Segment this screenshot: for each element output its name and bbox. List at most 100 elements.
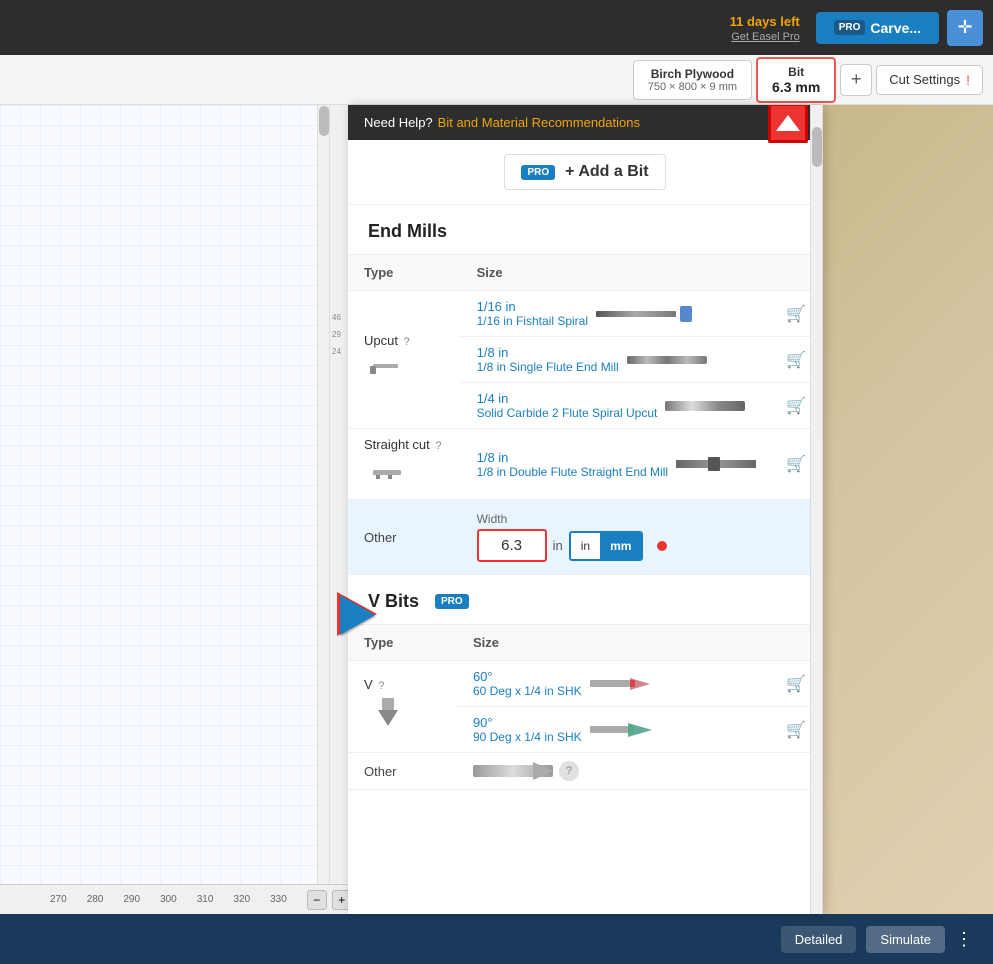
bit-tab[interactable]: Bit 6.3 mm: [756, 57, 836, 103]
v-size-90-cell: 90° 90 Deg x 1/4 in SHK 🛒: [457, 707, 822, 753]
bit-size: 6.3 mm: [772, 79, 820, 95]
cart-v90-icon[interactable]: 🛒: [786, 720, 806, 740]
v-label: V ?: [364, 677, 441, 692]
bit-size-116-link[interactable]: 1/16 in: [477, 299, 588, 314]
upcut-label: Upcut ?: [364, 333, 445, 348]
days-left-area: 11 days left Get Easel Pro: [730, 13, 800, 43]
detailed-button[interactable]: Detailed: [781, 926, 857, 953]
unit-in-button[interactable]: in: [571, 533, 600, 559]
right-arrow-icon: [340, 595, 375, 635]
v-help-icon[interactable]: ?: [378, 680, 384, 692]
bit-straight-18-name-link[interactable]: 1/8 in Double Flute Straight End Mill: [477, 465, 668, 479]
pro-badge: PRO: [834, 20, 866, 35]
v-other-label: Other: [364, 764, 397, 779]
v-60-bit-img: [590, 673, 660, 695]
up-arrow-icon: [776, 115, 800, 131]
straight-help-icon[interactable]: ?: [435, 440, 441, 452]
table-row: Other ?: [348, 753, 822, 790]
ruler-marks: 46 29 24: [330, 105, 349, 356]
bit-14-carbide-link[interactable]: Solid Carbide 2 Flute Spiral Upcut: [477, 406, 658, 420]
end-mills-header: End Mills: [348, 205, 822, 255]
cart-straight-icon[interactable]: 🛒: [786, 454, 806, 474]
material-tab[interactable]: Birch Plywood 750 × 800 × 9 mm: [633, 60, 752, 100]
bit-label: Bit: [772, 65, 820, 79]
ruler-num: 280: [87, 894, 104, 905]
ruler-mark: 29: [330, 322, 349, 339]
upcut-icon: [368, 354, 408, 384]
crosshair-button[interactable]: ✛: [947, 10, 983, 46]
bottom-bar: Detailed Simulate ⋮: [0, 914, 993, 964]
size-col-header: Size: [461, 255, 822, 291]
delete-other-button[interactable]: [657, 541, 667, 551]
v-60-name-link[interactable]: 60 Deg x 1/4 in SHK: [473, 684, 582, 698]
v-bit-icon: [368, 698, 408, 733]
v-bits-pro-badge: PRO: [435, 594, 469, 609]
bit-panel: Need Help? Bit and Material Recommendati…: [348, 105, 823, 914]
ruler-num: 310: [197, 894, 214, 905]
panel-scroll-track[interactable]: [810, 105, 822, 914]
scroll-track[interactable]: [317, 105, 329, 914]
cart-v60-icon[interactable]: 🛒: [786, 674, 806, 694]
v-90-name-link[interactable]: 90 Deg x 1/4 in SHK: [473, 730, 582, 744]
v-bits-table: Type Size V ?: [348, 625, 822, 790]
width-label: Width: [477, 512, 806, 526]
upcut-help-icon[interactable]: ?: [404, 336, 410, 348]
ruler-mark: 24: [330, 339, 349, 356]
collapse-panel-button[interactable]: [768, 105, 808, 143]
straight-icon: [368, 458, 408, 488]
top-bar: 11 days left Get Easel Pro PRO Carve... …: [0, 0, 993, 55]
pro-badge: PRO: [521, 165, 555, 180]
add-tab-button[interactable]: +: [840, 64, 872, 96]
panel-scroll-thumb[interactable]: [812, 127, 822, 167]
help-bar: Need Help? Bit and Material Recommendati…: [348, 105, 822, 140]
simulate-button[interactable]: Simulate: [866, 926, 945, 953]
cut-settings-button[interactable]: Cut Settings !: [876, 65, 983, 95]
scroll-thumb[interactable]: [319, 106, 329, 136]
cart-18-icon[interactable]: 🛒: [786, 350, 806, 370]
more-options-button[interactable]: ⋮: [955, 929, 973, 950]
size-cell: 1/4 in Solid Carbide 2 Flute Spiral Upcu…: [461, 383, 822, 429]
bit-18-singleflute-link[interactable]: 1/8 in Single Flute End Mill: [477, 360, 619, 374]
ruler-mark: 46: [330, 305, 349, 322]
end-mills-title: End Mills: [368, 221, 447, 241]
add-bit-row: PRO + Add a Bit: [348, 140, 822, 205]
other-v-help-icon[interactable]: ?: [559, 761, 579, 781]
material-size: 750 × 800 × 9 mm: [648, 81, 737, 93]
carve-label: Carve...: [870, 20, 921, 36]
other-size-cell: Width in in mm: [461, 500, 822, 575]
cart-14-icon[interactable]: 🛒: [786, 396, 806, 416]
bit-recommendations-link[interactable]: Bit and Material Recommendations: [438, 115, 640, 130]
width-input[interactable]: [477, 529, 547, 562]
carve-button[interactable]: PRO Carve...: [816, 12, 939, 44]
cart-116-icon[interactable]: 🛒: [786, 304, 806, 324]
days-left-text: 11 days left: [730, 14, 800, 29]
zoom-out-button[interactable]: −: [307, 890, 327, 910]
v-type-cell: V ?: [348, 661, 457, 753]
ruler-num: 300: [160, 894, 177, 905]
right-content-area: [823, 105, 993, 914]
bit-straight-18-link[interactable]: 1/8 in: [477, 450, 668, 465]
add-bit-button[interactable]: PRO + Add a Bit: [504, 154, 665, 190]
v-60-size-link[interactable]: 60°: [473, 669, 582, 684]
size-cell: 1/16 in 1/16 in Fishtail Spiral 🛒: [461, 291, 822, 337]
plus-icon: +: [851, 69, 862, 90]
v-bits-header: V Bits PRO: [348, 575, 822, 625]
bit-116-fishtail-link[interactable]: 1/16 in Fishtail Spiral: [477, 314, 588, 328]
v-size-60-cell: 60° 60 Deg x 1/4 in SHK 🛒: [457, 661, 822, 707]
get-easel-link[interactable]: Get Easel Pro: [730, 31, 800, 43]
end-mills-section: End Mills Type Size Upcut ?: [348, 205, 822, 575]
bit-size-18-link[interactable]: 1/8 in: [477, 345, 619, 360]
size-cell: 1/8 in 1/8 in Single Flute End Mill 🛒: [461, 337, 822, 383]
unit-mm-button[interactable]: mm: [600, 533, 641, 559]
ruler-num: 270: [50, 894, 67, 905]
v-90-bit-img: [590, 719, 660, 741]
table-header-row: Type Size: [348, 625, 822, 661]
ruler-num: 320: [233, 894, 250, 905]
width-control: in in mm: [477, 529, 806, 562]
need-help-text: Need Help?: [364, 115, 433, 130]
v-90-size-link[interactable]: 90°: [473, 715, 582, 730]
bit-size-14-link[interactable]: 1/4 in: [477, 391, 658, 406]
type-cell-straight: Straight cut ?: [348, 429, 461, 500]
unit-group: in mm: [569, 531, 644, 561]
table-header-row: Type Size: [348, 255, 822, 291]
